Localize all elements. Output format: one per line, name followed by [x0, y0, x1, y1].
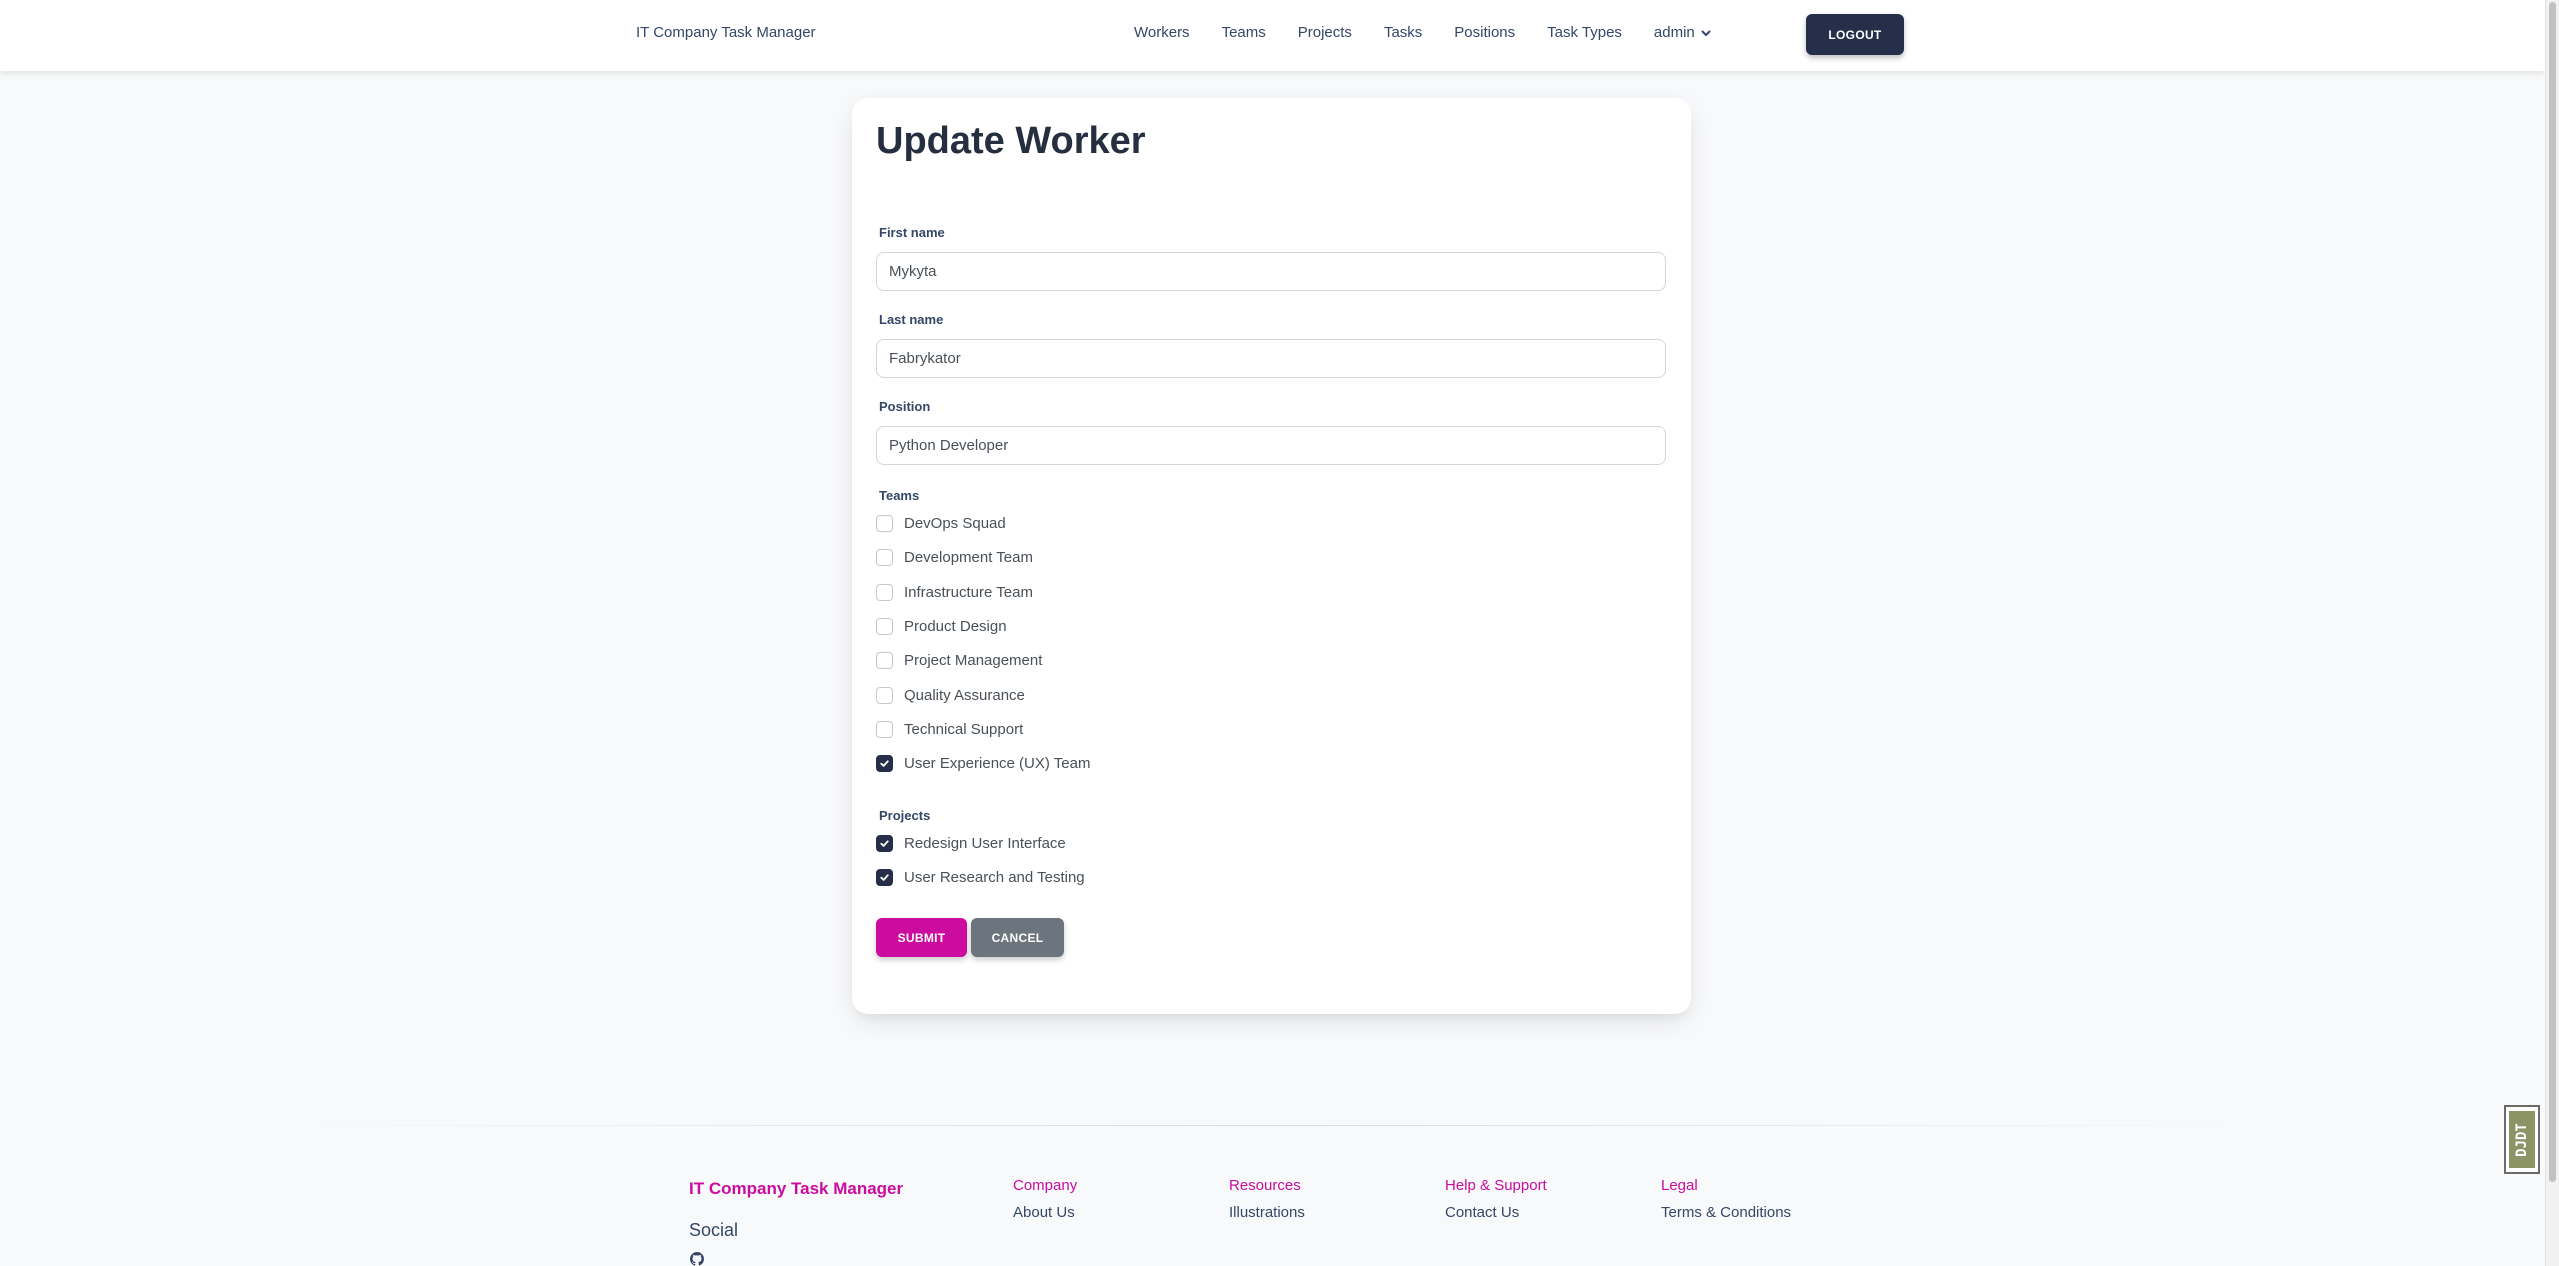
team-checkbox-row[interactable]: Product Design	[876, 617, 1007, 635]
check-icon	[880, 760, 889, 767]
check-icon	[880, 874, 889, 881]
footer-link-contact-us[interactable]: Contact Us	[1445, 1204, 1547, 1221]
team-checkbox[interactable]	[876, 686, 893, 704]
footer-col-legal: Legal Terms & Conditions	[1661, 1177, 1791, 1221]
nav-link-tasks[interactable]: Tasks	[1384, 24, 1422, 41]
page-title: Update Worker	[876, 120, 1146, 162]
team-checkbox-row[interactable]: User Experience (UX) Team	[876, 755, 1091, 773]
cancel-button[interactable]: CANCEL	[971, 918, 1064, 957]
footer-col-resources: Resources Illustrations	[1229, 1177, 1305, 1221]
team-checkbox-label: Project Management	[904, 652, 1043, 670]
debug-toolbar-badge: DJDT	[2509, 1111, 2535, 1168]
project-checkbox-row[interactable]: Redesign User Interface	[876, 835, 1066, 852]
project-checkbox-row[interactable]: User Research and Testing	[876, 869, 1085, 886]
footer-social-label: Social	[689, 1220, 739, 1240]
footer-col-help-support: Help & Support Contact Us	[1445, 1177, 1547, 1221]
team-checkbox-label: Infrastructure Team	[904, 583, 1033, 601]
team-checkbox-row[interactable]: Infrastructure Team	[876, 583, 1033, 601]
debug-toolbar-handle[interactable]: DJDT	[2504, 1105, 2540, 1174]
team-checkbox-label: User Experience (UX) Team	[904, 755, 1091, 773]
debug-toolbar-label: DJDT	[2514, 1122, 2530, 1157]
team-checkbox-label: Product Design	[904, 617, 1007, 635]
user-menu-label: admin	[1653, 24, 1695, 41]
team-checkbox-row[interactable]: Development Team	[876, 549, 1033, 567]
nav-link-projects[interactable]: Projects	[1298, 24, 1352, 41]
update-worker-card: Update Worker First name Last name Posit…	[852, 98, 1691, 1014]
first-name-label: First name	[879, 225, 945, 240]
project-checkbox-label: Redesign User Interface	[904, 835, 1066, 852]
team-checkbox[interactable]	[876, 617, 893, 635]
team-checkbox[interactable]	[876, 755, 893, 773]
footer-heading-legal: Legal	[1661, 1177, 1698, 1194]
github-icon[interactable]	[689, 1252, 705, 1266]
chevron-down-icon	[1701, 30, 1711, 36]
check-icon	[880, 840, 889, 847]
footer-heading-help-support: Help & Support	[1445, 1177, 1547, 1194]
submit-button[interactable]: SUBMIT	[876, 918, 967, 957]
position-field[interactable]	[876, 426, 1666, 465]
project-checkbox[interactable]	[876, 869, 893, 886]
team-checkbox-row[interactable]: Technical Support	[876, 720, 1024, 738]
nav-link-task-types[interactable]: Task Types	[1547, 24, 1622, 41]
last-name-label: Last name	[879, 312, 944, 327]
team-checkbox[interactable]	[876, 652, 893, 670]
footer-link-illustrations[interactable]: Illustrations	[1229, 1204, 1305, 1221]
top-navbar: IT Company Task Manager Workers Teams Pr…	[0, 0, 2545, 71]
team-checkbox-row[interactable]: Quality Assurance	[876, 686, 1025, 704]
project-checkbox-label: User Research and Testing	[904, 869, 1085, 886]
projects-label: Projects	[879, 808, 931, 823]
team-checkbox-label: Quality Assurance	[904, 686, 1025, 704]
footer-link-about-us[interactable]: About Us	[1013, 1204, 1077, 1221]
footer-col-company: Company About Us	[1013, 1177, 1077, 1221]
user-menu-dropdown[interactable]: admin	[1654, 24, 1712, 41]
team-checkbox-row[interactable]: DevOps Squad	[876, 515, 1006, 532]
team-checkbox-row[interactable]: Project Management	[876, 652, 1043, 670]
team-checkbox[interactable]	[876, 549, 893, 567]
position-label: Position	[879, 399, 931, 414]
team-checkbox[interactable]	[876, 720, 893, 738]
footer-heading-resources: Resources	[1229, 1177, 1301, 1194]
footer-divider	[270, 1125, 2270, 1126]
nav-link-workers[interactable]: Workers	[1134, 24, 1190, 41]
logout-button[interactable]: LOGOUT	[1806, 14, 1904, 55]
page-scrollbar[interactable]	[2545, 0, 2559, 1266]
last-name-field[interactable]	[876, 339, 1666, 378]
team-checkbox[interactable]	[876, 515, 893, 532]
scrollbar-thumb[interactable]	[2549, 2, 2556, 1182]
footer-link-terms[interactable]: Terms & Conditions	[1661, 1204, 1791, 1221]
teams-label: Teams	[879, 488, 920, 503]
nav-link-positions[interactable]: Positions	[1454, 24, 1515, 41]
project-checkbox[interactable]	[876, 835, 893, 852]
navbar-brand[interactable]: IT Company Task Manager	[636, 24, 816, 41]
footer-brand: IT Company Task Manager	[689, 1179, 904, 1198]
team-checkbox-label: Development Team	[904, 549, 1033, 567]
nav-link-teams[interactable]: Teams	[1222, 24, 1266, 41]
team-checkbox[interactable]	[876, 583, 893, 601]
nav-links: Workers Teams Projects Tasks Positions T…	[1134, 24, 1712, 41]
footer-heading-company: Company	[1013, 1177, 1078, 1194]
team-checkbox-label: DevOps Squad	[904, 515, 1006, 532]
first-name-field[interactable]	[876, 252, 1666, 291]
team-checkbox-label: Technical Support	[904, 720, 1024, 738]
